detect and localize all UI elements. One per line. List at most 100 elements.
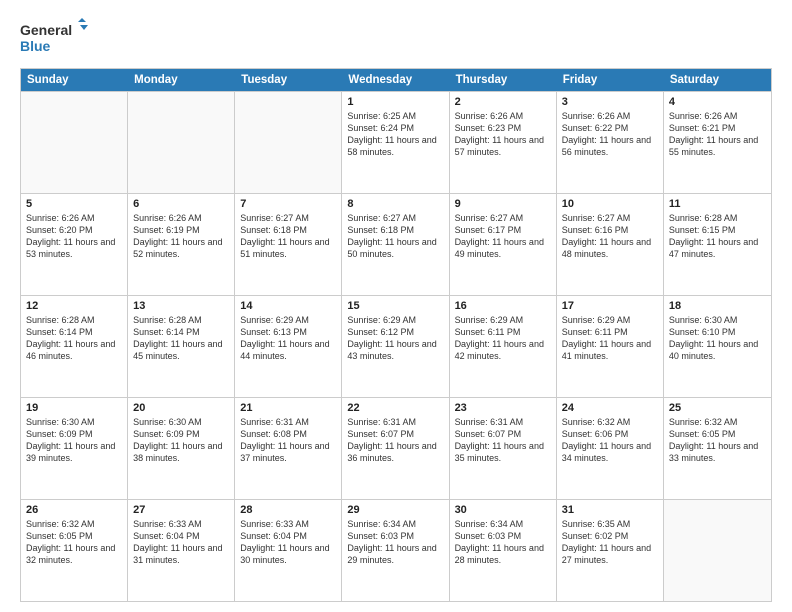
calendar-cell: 17 Sunrise: 6:29 AMSunset: 6:11 PMDayligh… bbox=[557, 296, 664, 397]
calendar-cell: 7 Sunrise: 6:27 AMSunset: 6:18 PMDaylight… bbox=[235, 194, 342, 295]
calendar-row-3: 12Sunrise: 6:28 AMSunset: 6:14 PMDayligh… bbox=[21, 295, 771, 397]
calendar-row-2: 5 Sunrise: 6:26 AMSunset: 6:20 PMDaylight… bbox=[21, 193, 771, 295]
page: General Blue SundayMondayTuesdayWednesda… bbox=[0, 0, 792, 612]
cell-info: Sunrise: 6:29 AMSunset: 6:11 PMDaylight:… bbox=[562, 315, 651, 361]
calendar-cell: 29 Sunrise: 6:34 AMSunset: 6:03 PMDayligh… bbox=[342, 500, 449, 601]
cell-info: Sunrise: 6:31 AMSunset: 6:07 PMDaylight:… bbox=[347, 417, 436, 463]
cell-info: Sunrise: 6:29 AMSunset: 6:13 PMDaylight:… bbox=[240, 315, 329, 361]
day-number: 24 bbox=[562, 402, 658, 414]
cell-info: Sunrise: 6:27 AMSunset: 6:18 PMDaylight:… bbox=[347, 213, 436, 259]
cell-info: Sunrise: 6:28 AMSunset: 6:14 PMDaylight:… bbox=[133, 315, 222, 361]
calendar-row-1: 1Sunrise: 6:25 AMSunset: 6:24 PMDaylight… bbox=[21, 91, 771, 193]
day-number: 19 bbox=[26, 402, 122, 414]
day-number: 28 bbox=[240, 504, 336, 516]
cell-info: Sunrise: 6:26 AMSunset: 6:20 PMDaylight:… bbox=[26, 213, 115, 259]
calendar-body: 1Sunrise: 6:25 AMSunset: 6:24 PMDaylight… bbox=[21, 91, 771, 601]
cell-info: Sunrise: 6:26 AMSunset: 6:19 PMDaylight:… bbox=[133, 213, 222, 259]
day-number: 18 bbox=[669, 300, 766, 312]
calendar-cell: 28 Sunrise: 6:33 AMSunset: 6:04 PMDayligh… bbox=[235, 500, 342, 601]
calendar: SundayMondayTuesdayWednesdayThursdayFrid… bbox=[20, 68, 772, 602]
day-number: 7 bbox=[240, 198, 336, 210]
day-number: 21 bbox=[240, 402, 336, 414]
header-day-saturday: Saturday bbox=[664, 69, 771, 91]
cell-info: Sunrise: 6:28 AMSunset: 6:15 PMDaylight:… bbox=[669, 213, 758, 259]
cell-info: Sunrise: 6:33 AMSunset: 6:04 PMDaylight:… bbox=[240, 519, 329, 565]
calendar-cell: 10Sunrise: 6:27 AMSunset: 6:16 PMDayligh… bbox=[557, 194, 664, 295]
day-number: 13 bbox=[133, 300, 229, 312]
calendar-cell: 19 Sunrise: 6:30 AMSunset: 6:09 PMDayligh… bbox=[21, 398, 128, 499]
calendar-row-5: 26Sunrise: 6:32 AMSunset: 6:05 PMDayligh… bbox=[21, 499, 771, 601]
calendar-cell: 1Sunrise: 6:25 AMSunset: 6:24 PMDaylight… bbox=[342, 92, 449, 193]
calendar-cell: 4 Sunrise: 6:26 AMSunset: 6:21 PMDaylight… bbox=[664, 92, 771, 193]
calendar-cell: 11Sunrise: 6:28 AMSunset: 6:15 PMDayligh… bbox=[664, 194, 771, 295]
day-number: 17 bbox=[562, 300, 658, 312]
cell-info: Sunrise: 6:31 AMSunset: 6:08 PMDaylight:… bbox=[240, 417, 329, 463]
day-number: 4 bbox=[669, 96, 766, 108]
cell-info: Sunrise: 6:33 AMSunset: 6:04 PMDaylight:… bbox=[133, 519, 222, 565]
calendar-cell: 31Sunrise: 6:35 AMSunset: 6:02 PMDayligh… bbox=[557, 500, 664, 601]
day-number: 5 bbox=[26, 198, 122, 210]
svg-text:Blue: Blue bbox=[20, 38, 51, 54]
cell-info: Sunrise: 6:27 AMSunset: 6:18 PMDaylight:… bbox=[240, 213, 329, 259]
day-number: 29 bbox=[347, 504, 443, 516]
cell-info: Sunrise: 6:32 AMSunset: 6:05 PMDaylight:… bbox=[669, 417, 758, 463]
calendar-cell: 15Sunrise: 6:29 AMSunset: 6:12 PMDayligh… bbox=[342, 296, 449, 397]
cell-info: Sunrise: 6:30 AMSunset: 6:09 PMDaylight:… bbox=[133, 417, 222, 463]
header: General Blue bbox=[20, 18, 772, 58]
calendar-cell bbox=[128, 92, 235, 193]
header-day-friday: Friday bbox=[557, 69, 664, 91]
cell-info: Sunrise: 6:32 AMSunset: 6:05 PMDaylight:… bbox=[26, 519, 115, 565]
calendar-cell: 30Sunrise: 6:34 AMSunset: 6:03 PMDayligh… bbox=[450, 500, 557, 601]
cell-info: Sunrise: 6:29 AMSunset: 6:11 PMDaylight:… bbox=[455, 315, 544, 361]
cell-info: Sunrise: 6:31 AMSunset: 6:07 PMDaylight:… bbox=[455, 417, 544, 463]
calendar-cell bbox=[235, 92, 342, 193]
calendar-cell: 13 Sunrise: 6:28 AMSunset: 6:14 PMDayligh… bbox=[128, 296, 235, 397]
day-number: 14 bbox=[240, 300, 336, 312]
day-number: 16 bbox=[455, 300, 551, 312]
day-number: 15 bbox=[347, 300, 443, 312]
calendar-cell: 3 Sunrise: 6:26 AMSunset: 6:22 PMDaylight… bbox=[557, 92, 664, 193]
header-day-sunday: Sunday bbox=[21, 69, 128, 91]
header-day-thursday: Thursday bbox=[450, 69, 557, 91]
day-number: 22 bbox=[347, 402, 443, 414]
calendar-cell: 2 Sunrise: 6:26 AMSunset: 6:23 PMDaylight… bbox=[450, 92, 557, 193]
calendar-cell: 5 Sunrise: 6:26 AMSunset: 6:20 PMDaylight… bbox=[21, 194, 128, 295]
day-number: 31 bbox=[562, 504, 658, 516]
day-number: 27 bbox=[133, 504, 229, 516]
cell-info: Sunrise: 6:27 AMSunset: 6:17 PMDaylight:… bbox=[455, 213, 544, 259]
day-number: 3 bbox=[562, 96, 658, 108]
calendar-cell: 23 Sunrise: 6:31 AMSunset: 6:07 PMDayligh… bbox=[450, 398, 557, 499]
logo-svg: General Blue bbox=[20, 18, 90, 58]
cell-info: Sunrise: 6:28 AMSunset: 6:14 PMDaylight:… bbox=[26, 315, 115, 361]
cell-info: Sunrise: 6:26 AMSunset: 6:21 PMDaylight:… bbox=[669, 111, 758, 157]
day-number: 23 bbox=[455, 402, 551, 414]
header-day-wednesday: Wednesday bbox=[342, 69, 449, 91]
cell-info: Sunrise: 6:34 AMSunset: 6:03 PMDaylight:… bbox=[347, 519, 436, 565]
day-number: 8 bbox=[347, 198, 443, 210]
calendar-cell: 26Sunrise: 6:32 AMSunset: 6:05 PMDayligh… bbox=[21, 500, 128, 601]
cell-info: Sunrise: 6:27 AMSunset: 6:16 PMDaylight:… bbox=[562, 213, 651, 259]
cell-info: Sunrise: 6:30 AMSunset: 6:10 PMDaylight:… bbox=[669, 315, 758, 361]
cell-info: Sunrise: 6:34 AMSunset: 6:03 PMDaylight:… bbox=[455, 519, 544, 565]
calendar-cell: 9 Sunrise: 6:27 AMSunset: 6:17 PMDaylight… bbox=[450, 194, 557, 295]
calendar-row-4: 19 Sunrise: 6:30 AMSunset: 6:09 PMDayligh… bbox=[21, 397, 771, 499]
calendar-cell: 8 Sunrise: 6:27 AMSunset: 6:18 PMDaylight… bbox=[342, 194, 449, 295]
header-day-monday: Monday bbox=[128, 69, 235, 91]
calendar-cell: 22 Sunrise: 6:31 AMSunset: 6:07 PMDayligh… bbox=[342, 398, 449, 499]
cell-info: Sunrise: 6:26 AMSunset: 6:23 PMDaylight:… bbox=[455, 111, 544, 157]
calendar-cell: 18 Sunrise: 6:30 AMSunset: 6:10 PMDayligh… bbox=[664, 296, 771, 397]
calendar-cell: 21 Sunrise: 6:31 AMSunset: 6:08 PMDayligh… bbox=[235, 398, 342, 499]
cell-info: Sunrise: 6:26 AMSunset: 6:22 PMDaylight:… bbox=[562, 111, 651, 157]
cell-info: Sunrise: 6:30 AMSunset: 6:09 PMDaylight:… bbox=[26, 417, 115, 463]
day-number: 2 bbox=[455, 96, 551, 108]
calendar-cell bbox=[664, 500, 771, 601]
calendar-header: SundayMondayTuesdayWednesdayThursdayFrid… bbox=[21, 69, 771, 91]
day-number: 9 bbox=[455, 198, 551, 210]
cell-info: Sunrise: 6:25 AMSunset: 6:24 PMDaylight:… bbox=[347, 111, 436, 157]
calendar-cell: 12Sunrise: 6:28 AMSunset: 6:14 PMDayligh… bbox=[21, 296, 128, 397]
calendar-cell: 25Sunrise: 6:32 AMSunset: 6:05 PMDayligh… bbox=[664, 398, 771, 499]
calendar-cell bbox=[21, 92, 128, 193]
calendar-cell: 14 Sunrise: 6:29 AMSunset: 6:13 PMDayligh… bbox=[235, 296, 342, 397]
day-number: 20 bbox=[133, 402, 229, 414]
calendar-cell: 27 Sunrise: 6:33 AMSunset: 6:04 PMDayligh… bbox=[128, 500, 235, 601]
